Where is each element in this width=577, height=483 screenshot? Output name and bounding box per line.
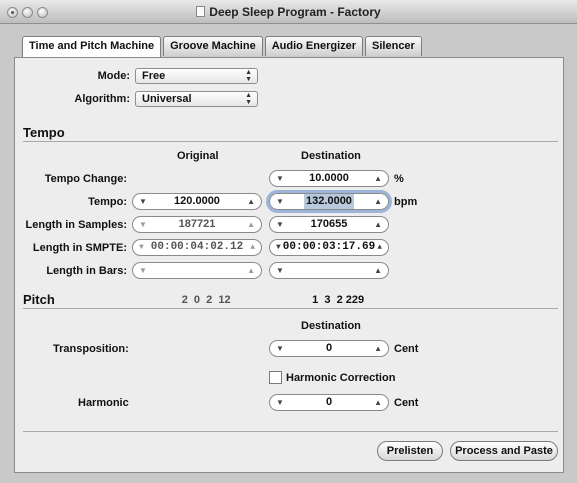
harmonic-field[interactable]: ▼ 0 ▲ xyxy=(269,394,389,411)
stepper-up-icon[interactable]: ▲ xyxy=(374,217,382,232)
length-samples-original-field: ▼ 187721 ▲ xyxy=(132,216,262,233)
stepper-down-icon[interactable]: ▼ xyxy=(139,194,147,209)
prelisten-button[interactable]: Prelisten xyxy=(377,441,443,461)
stepper-up-icon[interactable]: ▲ xyxy=(247,194,255,209)
length-smpte-destination-value: 00:00:03:17.69 xyxy=(282,241,376,253)
stepper-down-icon[interactable]: ▼ xyxy=(276,217,284,232)
stepper-down-icon[interactable]: ▼ xyxy=(276,240,281,255)
harmonic-value: 0 xyxy=(325,396,333,408)
bottom-separator xyxy=(23,431,558,432)
transposition-value: 0 xyxy=(325,342,333,354)
stepper-up-icon[interactable]: ▲ xyxy=(374,341,382,356)
stepper-up-icon[interactable]: ▲ xyxy=(377,240,382,255)
tempo-change-destination-value: 10.0000 xyxy=(309,172,349,184)
length-bars-destination-value: 1 3 2 229 xyxy=(312,294,365,306)
tempo-original-field[interactable]: ▼ 120.0000 ▲ xyxy=(132,193,262,210)
transposition-label: Transposition: xyxy=(53,343,129,355)
stepper-down-icon: ▼ xyxy=(139,220,147,229)
tempo-original-value: 120.0000 xyxy=(174,195,220,207)
stepper-up-icon[interactable]: ▲ xyxy=(374,171,382,186)
tab-groove-machine[interactable]: Groove Machine xyxy=(163,36,263,56)
stepper-up-icon: ▲ xyxy=(250,243,255,252)
length-bars-original-value: 2 0 2 12 xyxy=(181,294,231,306)
algorithm-popup[interactable]: Universal ▲ ▼ xyxy=(135,91,258,107)
stepper-down-icon[interactable]: ▼ xyxy=(276,171,284,186)
harmonic-label: Harmonic xyxy=(78,397,129,409)
stepper-up-icon: ▲ xyxy=(247,220,255,229)
stepper-up-icon[interactable]: ▲ xyxy=(374,263,382,278)
pitch-destination-column-header: Destination xyxy=(301,320,361,332)
harmonic-correction-label: Harmonic Correction xyxy=(286,372,396,384)
transposition-unit: Cent xyxy=(394,343,419,355)
length-smpte-original-field: ▼ 00:00:04:02.12 ▲ xyxy=(132,239,262,256)
tempo-label: Tempo: xyxy=(88,196,127,208)
popup-arrows-icon: ▲ ▼ xyxy=(245,92,252,106)
transposition-field[interactable]: ▼ 0 ▲ xyxy=(269,340,389,357)
mode-value: Free xyxy=(142,70,166,82)
tempo-section-title: Tempo xyxy=(23,125,65,140)
harmonic-correction-checkbox[interactable] xyxy=(269,371,282,384)
length-samples-destination-value: 170655 xyxy=(310,218,348,230)
algorithm-value: Universal xyxy=(142,93,192,105)
document-icon xyxy=(196,6,206,17)
length-samples-original-value: 187721 xyxy=(178,218,216,230)
length-bars-original-field: ▼ 2 0 2 12 ▲ xyxy=(132,262,262,306)
stepper-up-icon[interactable]: ▲ xyxy=(374,194,382,209)
length-in-bars-label: Length in Bars: xyxy=(46,265,127,277)
tempo-separator xyxy=(23,141,558,142)
pitch-separator xyxy=(23,308,558,309)
tempo-unit: bpm xyxy=(394,196,418,208)
tempo-change-unit: % xyxy=(394,173,404,185)
tab-time-and-pitch-machine[interactable]: Time and Pitch Machine xyxy=(22,36,162,58)
process-and-paste-button[interactable]: Process and Paste xyxy=(450,441,558,461)
tempo-destination-value: 132.0000 xyxy=(304,194,354,209)
window: Deep Sleep Program - Factory Time and Pi… xyxy=(0,0,577,483)
length-smpte-destination-field[interactable]: ▼ 00:00:03:17.69 ▲ xyxy=(269,239,389,256)
length-in-samples-label: Length in Samples: xyxy=(25,219,127,231)
stepper-up-icon[interactable]: ▲ xyxy=(374,395,382,410)
stepper-down-icon: ▼ xyxy=(139,243,144,252)
pitch-section-title: Pitch xyxy=(23,292,55,307)
original-column-header: Original xyxy=(177,150,219,162)
tempo-change-label: Tempo Change: xyxy=(44,173,127,185)
length-in-smpte-label: Length in SMPTE: xyxy=(32,242,127,254)
algorithm-label: Algorithm: xyxy=(74,93,130,105)
tempo-destination-field[interactable]: ▼ 132.0000 ▲ xyxy=(266,190,392,213)
window-title-wrap: Deep Sleep Program - Factory xyxy=(0,5,577,19)
title-bar: Deep Sleep Program - Factory xyxy=(0,0,577,24)
stepper-down-icon[interactable]: ▼ xyxy=(276,341,284,356)
harmonic-unit: Cent xyxy=(394,397,419,409)
length-samples-destination-field[interactable]: ▼ 170655 ▲ xyxy=(269,216,389,233)
tempo-change-destination-field[interactable]: ▼ 10.0000 ▲ xyxy=(269,170,389,187)
stepper-down-icon[interactable]: ▼ xyxy=(276,263,284,278)
length-bars-destination-field[interactable]: ▼ 1 3 2 229 ▲ xyxy=(269,262,389,306)
window-title: Deep Sleep Program - Factory xyxy=(209,5,381,19)
tab-silencer[interactable]: Silencer xyxy=(365,36,422,56)
tab-bar: Time and Pitch Machine Groove Machine Au… xyxy=(22,36,424,58)
length-smpte-original-value: 00:00:04:02.12 xyxy=(150,241,244,253)
tab-audio-energizer[interactable]: Audio Energizer xyxy=(264,36,364,56)
stepper-down-icon[interactable]: ▼ xyxy=(276,194,284,209)
destination-column-header: Destination xyxy=(301,150,361,162)
mode-popup[interactable]: Free ▲ ▼ xyxy=(135,68,258,84)
stepper-down-icon[interactable]: ▼ xyxy=(276,395,284,410)
mode-label: Mode: xyxy=(97,70,130,82)
stepper-down-icon: ▼ xyxy=(139,266,147,275)
stepper-up-icon: ▲ xyxy=(247,266,255,275)
time-and-pitch-panel: Mode: Free ▲ ▼ Algorithm: Universal ▲ ▼ Te… xyxy=(14,57,564,473)
popup-arrows-icon: ▲ ▼ xyxy=(245,69,252,83)
